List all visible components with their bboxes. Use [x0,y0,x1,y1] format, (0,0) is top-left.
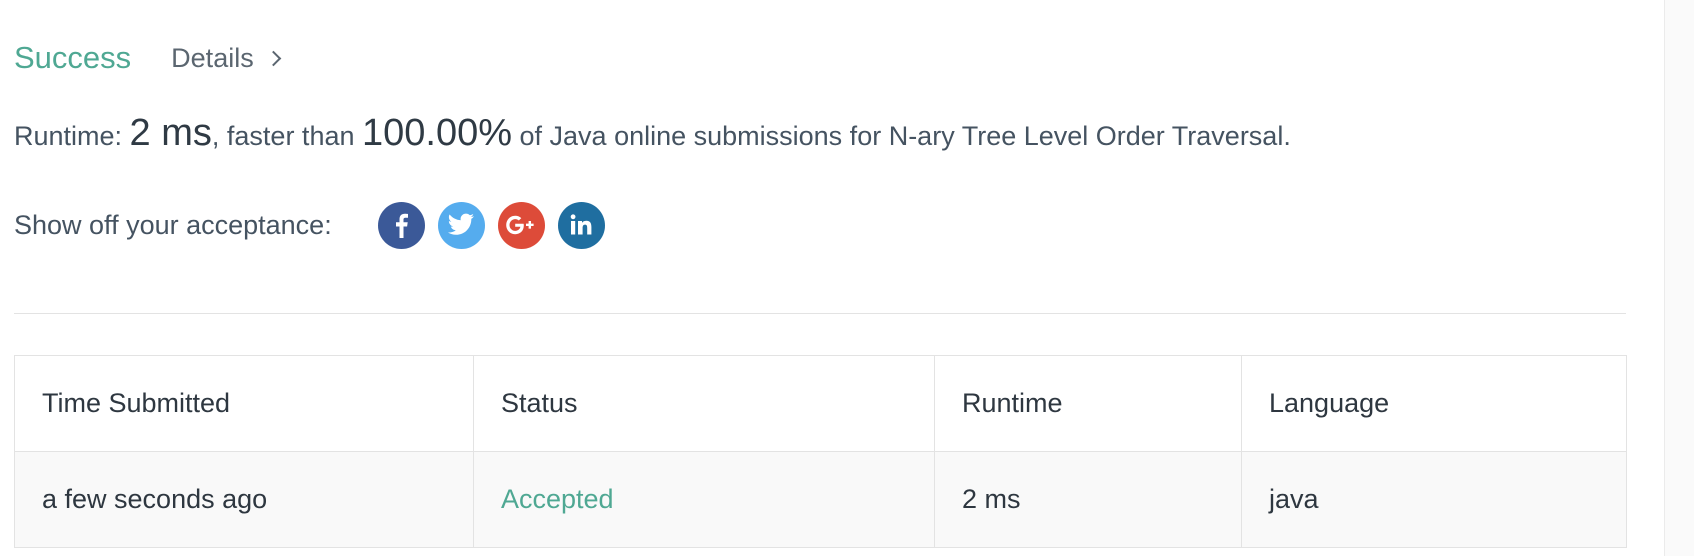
cell-runtime: 2 ms [934,451,1242,548]
details-link-label: Details [171,42,254,73]
column-header-language: Language [1241,355,1627,452]
column-header-status: Status [473,355,935,452]
runtime-middle: , faster than [211,121,362,151]
runtime-prefix: Runtime: [14,121,130,151]
details-link[interactable]: Details [171,42,281,74]
section-divider [14,313,1626,314]
twitter-icon [448,213,475,235]
runtime-percentile: 100.00% [362,112,513,154]
share-label: Show off your acceptance: [14,209,332,240]
column-header-time-submitted: Time Submitted [14,355,474,452]
cell-status-link[interactable]: Accepted [473,451,935,548]
google-plus-share-button[interactable] [497,201,545,249]
submissions-table: Time Submitted Status Runtime Language a… [14,355,1627,548]
chevron-right-icon [265,50,281,66]
cell-time-submitted: a few seconds ago [14,451,474,548]
facebook-share-button[interactable] [377,201,425,249]
linkedin-icon [570,214,592,235]
cell-language: java [1241,451,1627,548]
google-plus-icon [506,215,534,235]
share-row: Show off your acceptance: [14,201,618,249]
right-scroll-rail [1664,0,1694,556]
submissions-table-container: Time Submitted Status Runtime Language a… [14,355,1627,548]
result-status: Success [14,40,132,75]
column-header-runtime: Runtime [934,355,1242,452]
linkedin-share-button[interactable] [557,201,605,249]
runtime-suffix: of Java online submissions for N-ary Tre… [512,121,1291,151]
runtime-value: 2 ms [129,112,212,154]
table-header-row: Time Submitted Status Runtime Language [14,355,1627,452]
twitter-share-button[interactable] [437,201,485,249]
table-row[interactable]: a few seconds ago Accepted 2 ms java [14,451,1627,548]
facebook-icon [396,213,409,238]
result-header: Success Details [14,36,281,80]
runtime-summary: Runtime: 2 ms , faster than 100.00% of J… [14,112,1291,155]
submission-result-page: Success Details Runtime: 2 ms , faster t… [0,0,1694,556]
